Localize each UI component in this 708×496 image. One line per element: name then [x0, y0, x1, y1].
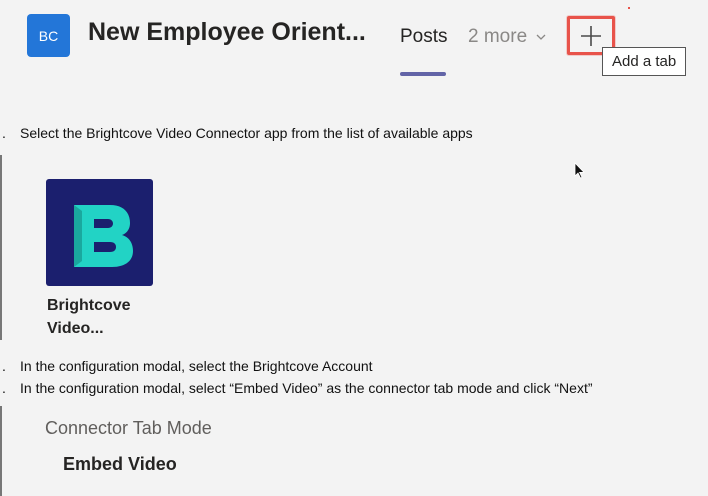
step-3: . In the configuration modal, select “Em… — [2, 380, 593, 396]
step-3-number: . — [2, 380, 6, 396]
app-name: Brightcove Video... — [47, 294, 131, 340]
connector-tab-mode-label: Connector Tab Mode — [45, 418, 212, 438]
connector-tab-mode-value[interactable]: Embed Video — [63, 454, 177, 475]
add-tab-tooltip: Add a tab — [602, 47, 687, 76]
tab-more-dropdown[interactable]: 2 more — [468, 26, 547, 48]
tab-posts[interactable]: Posts — [400, 26, 448, 48]
step-1-number: . — [2, 125, 6, 141]
brightcove-logo-icon — [73, 204, 133, 267]
step-2-text: In the configuration modal, select the B… — [20, 358, 373, 374]
step-3-text: In the configuration modal, select “Embe… — [20, 380, 593, 396]
step-1-text: Select the Brightcove Video Connector ap… — [20, 125, 473, 141]
mouse-cursor-icon — [574, 162, 585, 179]
app-name-line1: Brightcove — [47, 297, 131, 314]
team-avatar[interactable]: BC — [27, 14, 70, 57]
active-tab-indicator — [400, 72, 446, 76]
step-1: . Select the Brightcove Video Connector … — [2, 125, 473, 141]
brightcove-app-tile[interactable] — [46, 179, 153, 286]
team-title: New Employee Orient... — [88, 18, 366, 46]
highlight-mark — [628, 7, 630, 9]
chevron-down-icon — [536, 34, 546, 40]
app-name-line2: Video... — [47, 320, 104, 337]
step-2-number: . — [2, 358, 6, 374]
plus-icon — [581, 25, 601, 46]
section-divider-2 — [0, 406, 2, 496]
tab-more-label: 2 more — [468, 26, 528, 47]
section-divider — [0, 155, 2, 340]
teams-header: BC New Employee Orient... Posts 2 more A… — [0, 0, 708, 92]
step-2: . In the configuration modal, select the… — [2, 358, 373, 374]
